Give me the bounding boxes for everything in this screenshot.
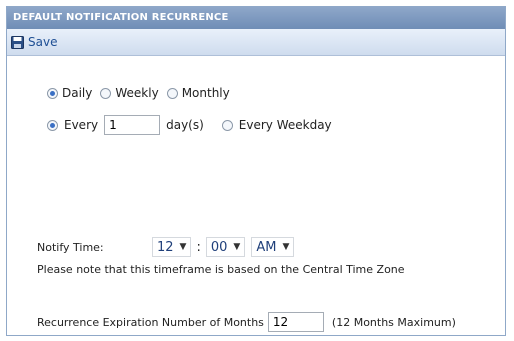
frequency-option-monthly[interactable]: Monthly (166, 86, 230, 100)
daily-radio[interactable] (47, 87, 58, 99)
minute-select[interactable]: 00 ▼ (205, 237, 246, 257)
minute-value: 00 (210, 239, 228, 255)
frequency-option-daily[interactable]: Daily (47, 86, 92, 100)
ampm-value: AM (256, 239, 277, 255)
hour-value: 12 (157, 239, 174, 255)
hour-select[interactable]: 12 ▼ (152, 237, 192, 257)
weekly-radio[interactable] (100, 87, 112, 99)
expiration-row: Recurrence Expiration Number of Months (… (37, 312, 456, 332)
ampm-select[interactable]: AM ▼ (251, 237, 295, 257)
interval-group: Every day(s) Every Weekday (47, 115, 340, 135)
every-days-input[interactable] (104, 115, 161, 135)
floppy-disk-icon (11, 35, 24, 49)
daily-label: Daily (62, 86, 93, 100)
expiration-label: Recurrence Expiration Number of Months (37, 315, 264, 329)
save-label: Save (28, 35, 58, 49)
every-weekday-option[interactable]: Every Weekday (221, 118, 332, 132)
monthly-label: Monthly (181, 86, 230, 100)
save-button[interactable]: Save (11, 33, 57, 51)
expiration-months-input[interactable] (267, 312, 324, 332)
days-unit-label: day(s) (166, 118, 204, 132)
every-weekday-radio[interactable] (221, 119, 233, 131)
every-weekday-label: Every Weekday (238, 118, 332, 132)
every-label: Every (64, 118, 99, 132)
chevron-down-icon: ▼ (282, 242, 290, 252)
notification-recurrence-panel: DEFAULT NOTIFICATION RECURRENCE Save Dai… (6, 6, 506, 336)
monthly-radio[interactable] (166, 87, 178, 99)
expiration-max-note: (12 Months Maximum) (331, 315, 456, 329)
panel-title: DEFAULT NOTIFICATION RECURRENCE (7, 7, 505, 29)
weekly-label: Weekly (115, 86, 159, 100)
frequency-option-weekly[interactable]: Weekly (100, 86, 159, 100)
frequency-group: Daily Weekly Monthly (47, 86, 238, 100)
every-radio[interactable] (47, 119, 58, 131)
chevron-down-icon: ▼ (233, 242, 241, 252)
time-zone-note: Please note that this timeframe is based… (37, 263, 405, 276)
notify-time-row: Notify Time: 12 ▼ : 00 ▼ AM ▼ (37, 237, 295, 257)
toolbar: Save (7, 29, 505, 56)
notify-time-label: Notify Time: (37, 240, 104, 254)
time-separator: : (196, 239, 201, 255)
chevron-down-icon: ▼ (179, 242, 187, 252)
every-option[interactable]: Every (47, 118, 98, 132)
